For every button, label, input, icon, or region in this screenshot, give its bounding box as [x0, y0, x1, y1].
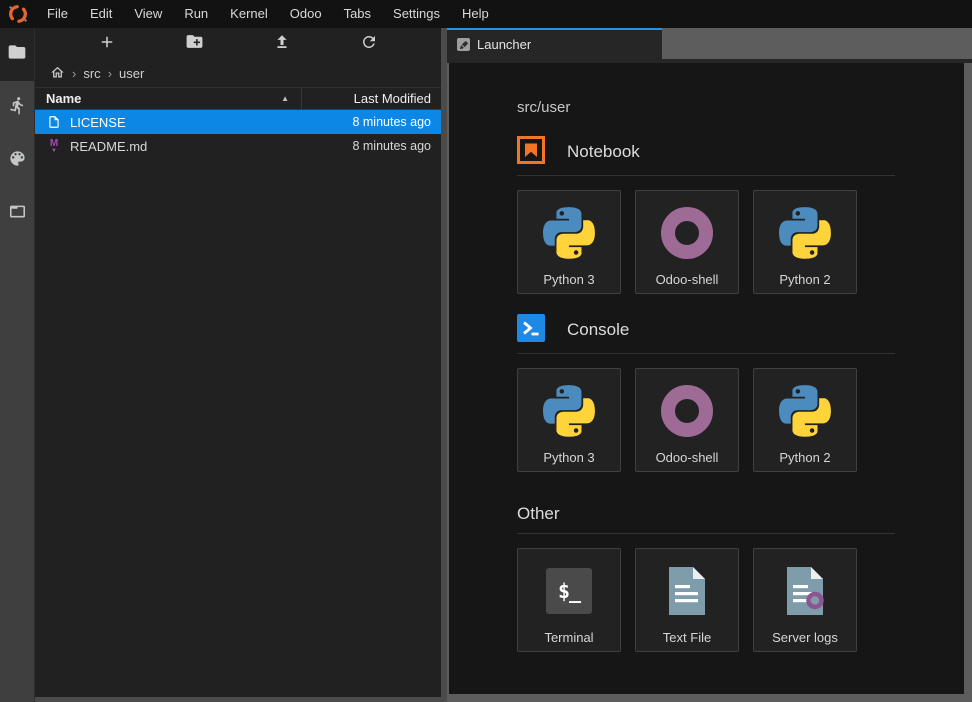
python-icon [543, 207, 595, 259]
dock-tab-bar: Launcher [447, 28, 972, 59]
other-cards: $_ Terminal [517, 548, 964, 652]
launcher-card-console-odoo-shell[interactable]: Odoo-shell [635, 368, 739, 472]
section-title: Notebook [567, 142, 640, 162]
activity-sidebar [0, 28, 35, 702]
python-icon [779, 385, 831, 437]
file-browser-panel: › src › user Name ▲ Last Modified LICENS… [35, 28, 441, 697]
menu-tabs[interactable]: Tabs [333, 0, 382, 28]
text-file-icon [665, 565, 709, 617]
breadcrumb-src[interactable]: src [83, 66, 100, 81]
python-icon [543, 385, 595, 437]
breadcrumb-user[interactable]: user [119, 66, 144, 81]
sidebar-tab-file-browser[interactable] [0, 28, 34, 81]
file-list-header: Name ▲ Last Modified [35, 87, 441, 110]
section-divider [517, 533, 895, 534]
file-name: LICENSE [70, 115, 126, 130]
refresh-button[interactable] [355, 32, 383, 56]
menu-kernel[interactable]: Kernel [219, 0, 279, 28]
launcher-cwd: src/user [517, 99, 964, 116]
odoo-logo-icon [0, 3, 36, 25]
sidebar-tab-open-tabs[interactable] [0, 187, 34, 240]
modified-column-label: Last Modified [354, 91, 431, 106]
new-launcher-button[interactable] [93, 32, 121, 56]
menu-odoo[interactable]: Odoo [279, 0, 333, 28]
menu-settings[interactable]: Settings [382, 0, 451, 28]
menu-view[interactable]: View [123, 0, 173, 28]
python-icon [779, 207, 831, 259]
card-label: Server logs [772, 630, 838, 645]
refresh-icon [360, 33, 378, 56]
launcher-card-notebook-python2[interactable]: Python 2 [753, 190, 857, 294]
file-modified: 8 minutes ago [352, 115, 441, 129]
folder-icon [7, 42, 27, 67]
launcher-card-console-python2[interactable]: Python 2 [753, 368, 857, 472]
file-browser-toolbar [35, 28, 441, 60]
upload-icon [273, 33, 291, 56]
menu-edit[interactable]: Edit [79, 0, 123, 28]
sidebar-tab-commands-palette[interactable] [0, 134, 34, 187]
section-title: Console [567, 320, 629, 340]
launcher-card-server-logs[interactable]: Server logs [753, 548, 857, 652]
card-label: Python 3 [543, 272, 594, 287]
card-label: Odoo-shell [656, 450, 719, 465]
terminal-icon: $_ [546, 565, 592, 617]
breadcrumb: › src › user [35, 60, 441, 87]
breadcrumb-separator: › [72, 66, 76, 81]
new-folder-icon [185, 32, 204, 56]
menu-help[interactable]: Help [451, 0, 500, 28]
card-label: Python 3 [543, 450, 594, 465]
sidebar-tab-running-sessions[interactable] [0, 81, 34, 134]
launcher-panel: src/user Notebook [449, 63, 964, 694]
jupyterlab-window: File Edit View Run Kernel Odoo Tabs Sett… [0, 0, 972, 702]
file-name: README.md [70, 139, 147, 154]
section-header-console: Console [517, 316, 964, 344]
odoo-shell-ring-icon [661, 385, 713, 437]
new-folder-button[interactable] [180, 32, 208, 56]
palette-icon [8, 149, 27, 173]
markdown-icon: M ▼ [46, 139, 62, 154]
sort-ascending-icon: ▲ [281, 94, 289, 103]
tab-launcher[interactable]: Launcher [447, 28, 662, 59]
launcher-card-console-python3[interactable]: Python 3 [517, 368, 621, 472]
breadcrumb-separator: › [108, 66, 112, 81]
section-divider [517, 353, 895, 354]
server-logs-icon [783, 565, 827, 617]
card-label: Text File [663, 630, 711, 645]
card-label: Python 2 [779, 450, 830, 465]
file-row-license[interactable]: LICENSE 8 minutes ago [35, 110, 441, 134]
column-header-last-modified[interactable]: Last Modified [301, 88, 441, 109]
console-cards: Python 3 Odoo-shell Python 2 [517, 368, 964, 472]
launcher-rocket-icon [457, 38, 470, 51]
home-icon[interactable] [50, 65, 65, 83]
section-header-notebook: Notebook [517, 138, 964, 166]
notebook-icon [517, 136, 545, 169]
notebook-cards: Python 3 Odoo-shell Python 2 [517, 190, 964, 294]
odoo-shell-ring-icon [661, 207, 713, 259]
card-label: Odoo-shell [656, 272, 719, 287]
section-divider [517, 175, 895, 176]
main-dock-panel: Launcher src/user Notebook [447, 28, 972, 702]
open-tabs-icon [8, 202, 27, 226]
running-person-icon [8, 96, 27, 120]
card-label: Terminal [544, 630, 593, 645]
file-icon [46, 115, 62, 129]
launcher-card-notebook-python3[interactable]: Python 3 [517, 190, 621, 294]
menu-run[interactable]: Run [173, 0, 219, 28]
launcher-card-notebook-odoo-shell[interactable]: Odoo-shell [635, 190, 739, 294]
upload-button[interactable] [268, 32, 296, 56]
section-header-other: Other [517, 504, 964, 524]
name-column-label: Name [46, 91, 81, 106]
tab-label: Launcher [477, 37, 531, 52]
plus-icon [98, 33, 116, 56]
column-header-name[interactable]: Name ▲ [35, 88, 301, 109]
menu-file[interactable]: File [36, 0, 79, 28]
launcher-card-text-file[interactable]: Text File [635, 548, 739, 652]
section-title: Other [517, 504, 560, 524]
file-row-readme[interactable]: M ▼ README.md 8 minutes ago [35, 134, 441, 158]
console-icon [517, 314, 545, 347]
card-label: Python 2 [779, 272, 830, 287]
menu-bar: File Edit View Run Kernel Odoo Tabs Sett… [0, 0, 972, 28]
launcher-card-terminal[interactable]: $_ Terminal [517, 548, 621, 652]
file-modified: 8 minutes ago [352, 139, 441, 153]
